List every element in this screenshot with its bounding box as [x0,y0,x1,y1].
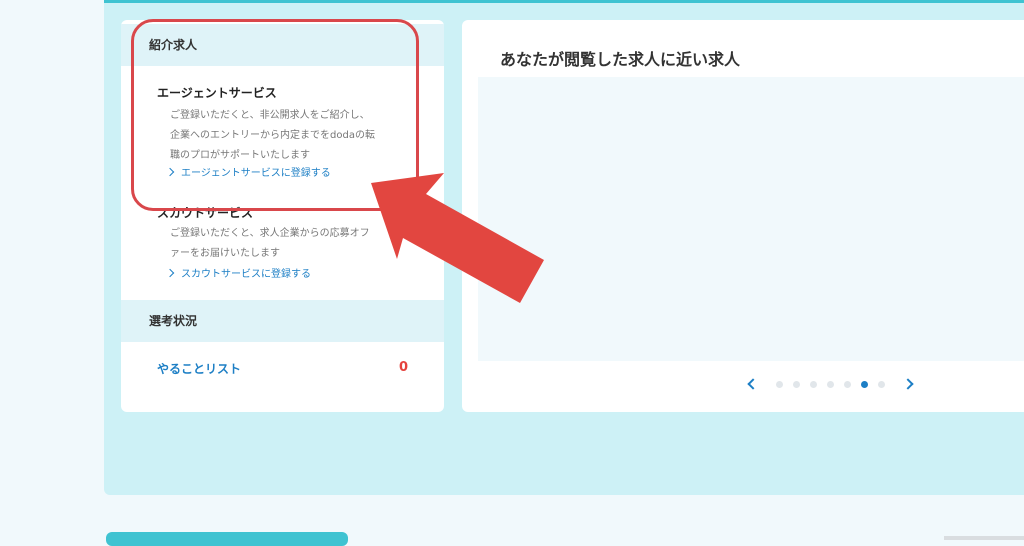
sidebar-card: 紹介求人 エージェントサービス ご登録いただくと、非公開求人をご紹介し、 企業へ… [121,20,444,412]
selection-status-header: 選考状況 [121,300,444,342]
job-carousel[interactable] [478,77,1024,361]
agent-service-title: エージェントサービス [157,86,277,100]
todo-list-link[interactable]: やることリスト [157,360,241,377]
carousel-dot[interactable] [827,380,834,388]
agent-desc-line: 企業へのエントリーから内定までをdodaの転 [170,130,375,141]
carousel-dot[interactable] [810,380,817,388]
carousel-dot[interactable] [878,380,885,388]
intro-jobs-header: 紹介求人 [121,24,444,66]
agent-register-link[interactable]: エージェントサービスに登録する [165,164,331,179]
chevron-right-icon [165,268,175,277]
agent-service-description: ご登録いただくと、非公開求人をご紹介し、 企業へのエントリーから内定までをdod… [170,106,410,166]
scout-desc-line: ァーをお届けいたします [170,248,280,259]
agent-desc-line: ご登録いただくと、非公開求人をご紹介し、 [170,110,370,121]
scout-register-link-label: スカウトサービスに登録する [181,269,311,280]
carousel-dot[interactable] [844,380,851,388]
carousel-dot[interactable] [793,380,800,388]
agent-register-link-label: エージェントサービスに登録する [181,168,331,179]
chevron-right-icon[interactable] [902,378,914,390]
scout-service-description: ご登録いただくと、求人企業からの応募オフ ァーをお届けいたします [170,224,410,264]
carousel-dot[interactable] [861,380,868,388]
chevron-right-icon [165,167,175,176]
similar-jobs-card: あなたが閲覧した求人に近い求人 [462,20,1024,412]
carousel-dots [771,380,890,388]
carousel-navigation [747,378,914,390]
chevron-left-icon[interactable] [747,378,759,390]
scout-register-link[interactable]: スカウトサービスに登録する [165,265,311,280]
bottom-section-tab[interactable] [106,532,348,546]
carousel-dot[interactable] [776,380,783,388]
similar-jobs-title: あなたが閲覧した求人に近い求人 [500,50,741,69]
scout-desc-line: ご登録いただくと、求人企業からの応募オフ [170,228,370,239]
todo-count-badge: 0 [399,360,409,375]
bottom-right-element [944,536,1024,540]
scout-service-title: スカウトサービス [157,206,254,220]
agent-desc-line: 職のプロがサポートいたします [170,150,310,161]
